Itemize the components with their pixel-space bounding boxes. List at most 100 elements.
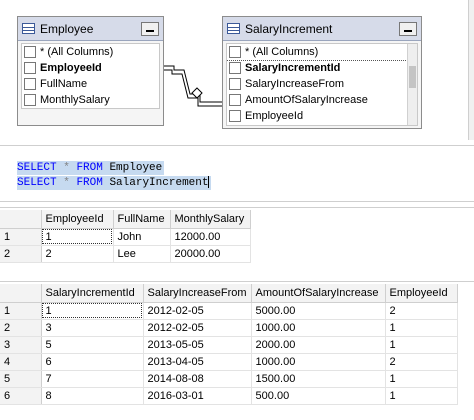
grid-corner[interactable] xyxy=(0,210,42,229)
column-checkbox[interactable] xyxy=(24,46,36,58)
grid-cell[interactable]: 1000.00 xyxy=(251,353,386,371)
column-label: EmployeeId xyxy=(245,110,304,122)
column-checkbox[interactable] xyxy=(229,46,241,58)
grid-cell[interactable]: 1 xyxy=(385,370,458,388)
sql-table-name: Employee xyxy=(109,162,163,174)
column-header[interactable]: AmountOfSalaryIncrease xyxy=(251,284,386,303)
grid-cell[interactable]: 2014-08-08 xyxy=(143,370,252,388)
column-row[interactable]: EmployeeId xyxy=(227,108,417,124)
grid-cell[interactable]: 20000.00 xyxy=(170,245,251,263)
minimize-button[interactable] xyxy=(399,21,417,36)
sql-table-name: SalaryIncrement xyxy=(109,177,209,189)
table-row[interactable]: 4 6 2013-04-05 1000.00 2 xyxy=(0,353,458,371)
column-checkbox[interactable] xyxy=(24,94,36,106)
column-row[interactable]: SalaryIncrementId xyxy=(227,60,417,76)
relationship-connector[interactable] xyxy=(164,50,224,110)
row-number[interactable]: 5 xyxy=(0,370,42,388)
grid-cell[interactable]: 2012-02-05 xyxy=(143,319,252,337)
column-header[interactable]: MonthlySalary xyxy=(170,210,251,229)
column-checkbox[interactable] xyxy=(229,110,241,122)
row-number[interactable]: 1 xyxy=(0,302,42,320)
results-grid-employee[interactable]: EmployeeId FullName MonthlySalary 1 1 Jo… xyxy=(0,210,251,263)
column-checkbox[interactable] xyxy=(229,78,241,90)
text-caret xyxy=(208,176,210,189)
employee-table-header[interactable]: Employee xyxy=(18,17,163,41)
row-number[interactable]: 2 xyxy=(0,245,42,263)
row-number[interactable]: 4 xyxy=(0,353,42,371)
column-checkbox[interactable] xyxy=(24,78,36,90)
table-row[interactable]: 3 5 2013-05-05 2000.00 1 xyxy=(0,336,458,354)
grid-cell[interactable]: 2 xyxy=(385,302,458,320)
column-header[interactable]: SalaryIncreaseFrom xyxy=(143,284,252,303)
grid-cell[interactable]: 1 xyxy=(385,336,458,354)
column-row[interactable]: * (All Columns) xyxy=(22,44,159,60)
column-checkbox[interactable] xyxy=(229,94,241,106)
employee-table-title: Employee xyxy=(40,21,94,36)
column-row[interactable]: * (All Columns) xyxy=(227,44,417,61)
grid-header-row: SalaryIncrementId SalaryIncreaseFrom Amo… xyxy=(0,284,458,303)
grid-cell[interactable]: 1 xyxy=(385,319,458,337)
table-row[interactable]: 1 1 2012-02-05 5000.00 2 xyxy=(0,302,458,320)
grid-cell[interactable]: 1 xyxy=(41,302,144,320)
column-list-scrollbar[interactable] xyxy=(407,44,417,125)
column-checkbox[interactable] xyxy=(24,62,36,74)
sql-line-2[interactable]: SELECT * FROM SalaryIncrement xyxy=(17,176,212,190)
row-number[interactable]: 6 xyxy=(0,387,42,405)
grid-cell[interactable]: 2012-02-05 xyxy=(143,302,252,320)
row-number[interactable]: 1 xyxy=(0,228,42,246)
grid-cell[interactable]: 2 xyxy=(41,245,114,263)
grid-cell[interactable]: 1000.00 xyxy=(251,319,386,337)
grid-cell[interactable]: 2 xyxy=(385,353,458,371)
sql-pane[interactable]: SELECT * FROM Employee SELECT * FROM Sal… xyxy=(0,145,474,202)
table-row[interactable]: 2 2 Lee 20000.00 xyxy=(0,245,251,263)
row-number[interactable]: 3 xyxy=(0,336,42,354)
column-row[interactable]: EmployeeId xyxy=(22,60,159,76)
column-header[interactable]: SalaryIncrementId xyxy=(41,284,144,303)
column-header[interactable]: EmployeeId xyxy=(41,210,114,229)
table-row[interactable]: 1 1 John 12000.00 xyxy=(0,228,251,246)
row-number[interactable]: 2 xyxy=(0,319,42,337)
grid-cell[interactable]: 8 xyxy=(41,387,144,405)
column-row[interactable]: FullName xyxy=(22,76,159,92)
table-row[interactable]: 6 8 2016-03-01 500.00 1 xyxy=(0,387,458,405)
column-label: FullName xyxy=(40,78,88,90)
minimize-button[interactable] xyxy=(141,21,159,36)
sql-line-1[interactable]: SELECT * FROM Employee xyxy=(17,161,165,175)
grid-header-row: EmployeeId FullName MonthlySalary xyxy=(0,210,251,229)
employee-table-box[interactable]: Employee * (All Columns) EmployeeId Full… xyxy=(17,16,164,126)
grid-cell[interactable]: 12000.00 xyxy=(170,228,251,246)
grid-cell[interactable]: 2013-04-05 xyxy=(143,353,252,371)
grid-cell[interactable]: 1500.00 xyxy=(251,370,386,388)
sql-keyword: FROM xyxy=(76,177,103,189)
column-row[interactable]: SalaryIncreaseFrom xyxy=(227,76,417,92)
column-header[interactable]: EmployeeId xyxy=(385,284,458,303)
grid-cell[interactable]: 3 xyxy=(41,319,144,337)
grid-cell[interactable]: 1 xyxy=(41,228,114,246)
pane-divider xyxy=(0,207,474,208)
table-row[interactable]: 5 7 2014-08-08 1500.00 1 xyxy=(0,370,458,388)
sql-operator: * xyxy=(63,177,70,189)
salaryincrement-table-box[interactable]: SalaryIncrement * (All Columns) SalaryIn… xyxy=(222,16,422,129)
grid-cell[interactable]: 2000.00 xyxy=(251,336,386,354)
column-checkbox[interactable] xyxy=(229,62,241,74)
grid-cell[interactable]: 2016-03-01 xyxy=(143,387,252,405)
grid-cell[interactable]: 1 xyxy=(385,387,458,405)
results-grid-salaryincrement[interactable]: SalaryIncrementId SalaryIncreaseFrom Amo… xyxy=(0,284,458,405)
grid-cell[interactable]: 500.00 xyxy=(251,387,386,405)
grid-cell[interactable]: Lee xyxy=(113,245,171,263)
table-icon xyxy=(227,23,240,34)
column-row[interactable]: AmountOfSalaryIncrease xyxy=(227,92,417,108)
grid-cell[interactable]: 6 xyxy=(41,353,144,371)
grid-corner[interactable] xyxy=(0,284,42,303)
column-label: EmployeeId xyxy=(40,62,102,74)
grid-cell[interactable]: John xyxy=(113,228,171,246)
column-header[interactable]: FullName xyxy=(113,210,171,229)
grid-cell[interactable]: 7 xyxy=(41,370,144,388)
grid-cell[interactable]: 2013-05-05 xyxy=(143,336,252,354)
table-row[interactable]: 2 3 2012-02-05 1000.00 1 xyxy=(0,319,458,337)
grid-cell[interactable]: 5 xyxy=(41,336,144,354)
salaryincrement-table-header[interactable]: SalaryIncrement xyxy=(223,17,421,41)
grid-cell[interactable]: 5000.00 xyxy=(251,302,386,320)
diagram-scrollbar[interactable] xyxy=(468,0,474,140)
column-row[interactable]: MonthlySalary xyxy=(22,92,159,108)
